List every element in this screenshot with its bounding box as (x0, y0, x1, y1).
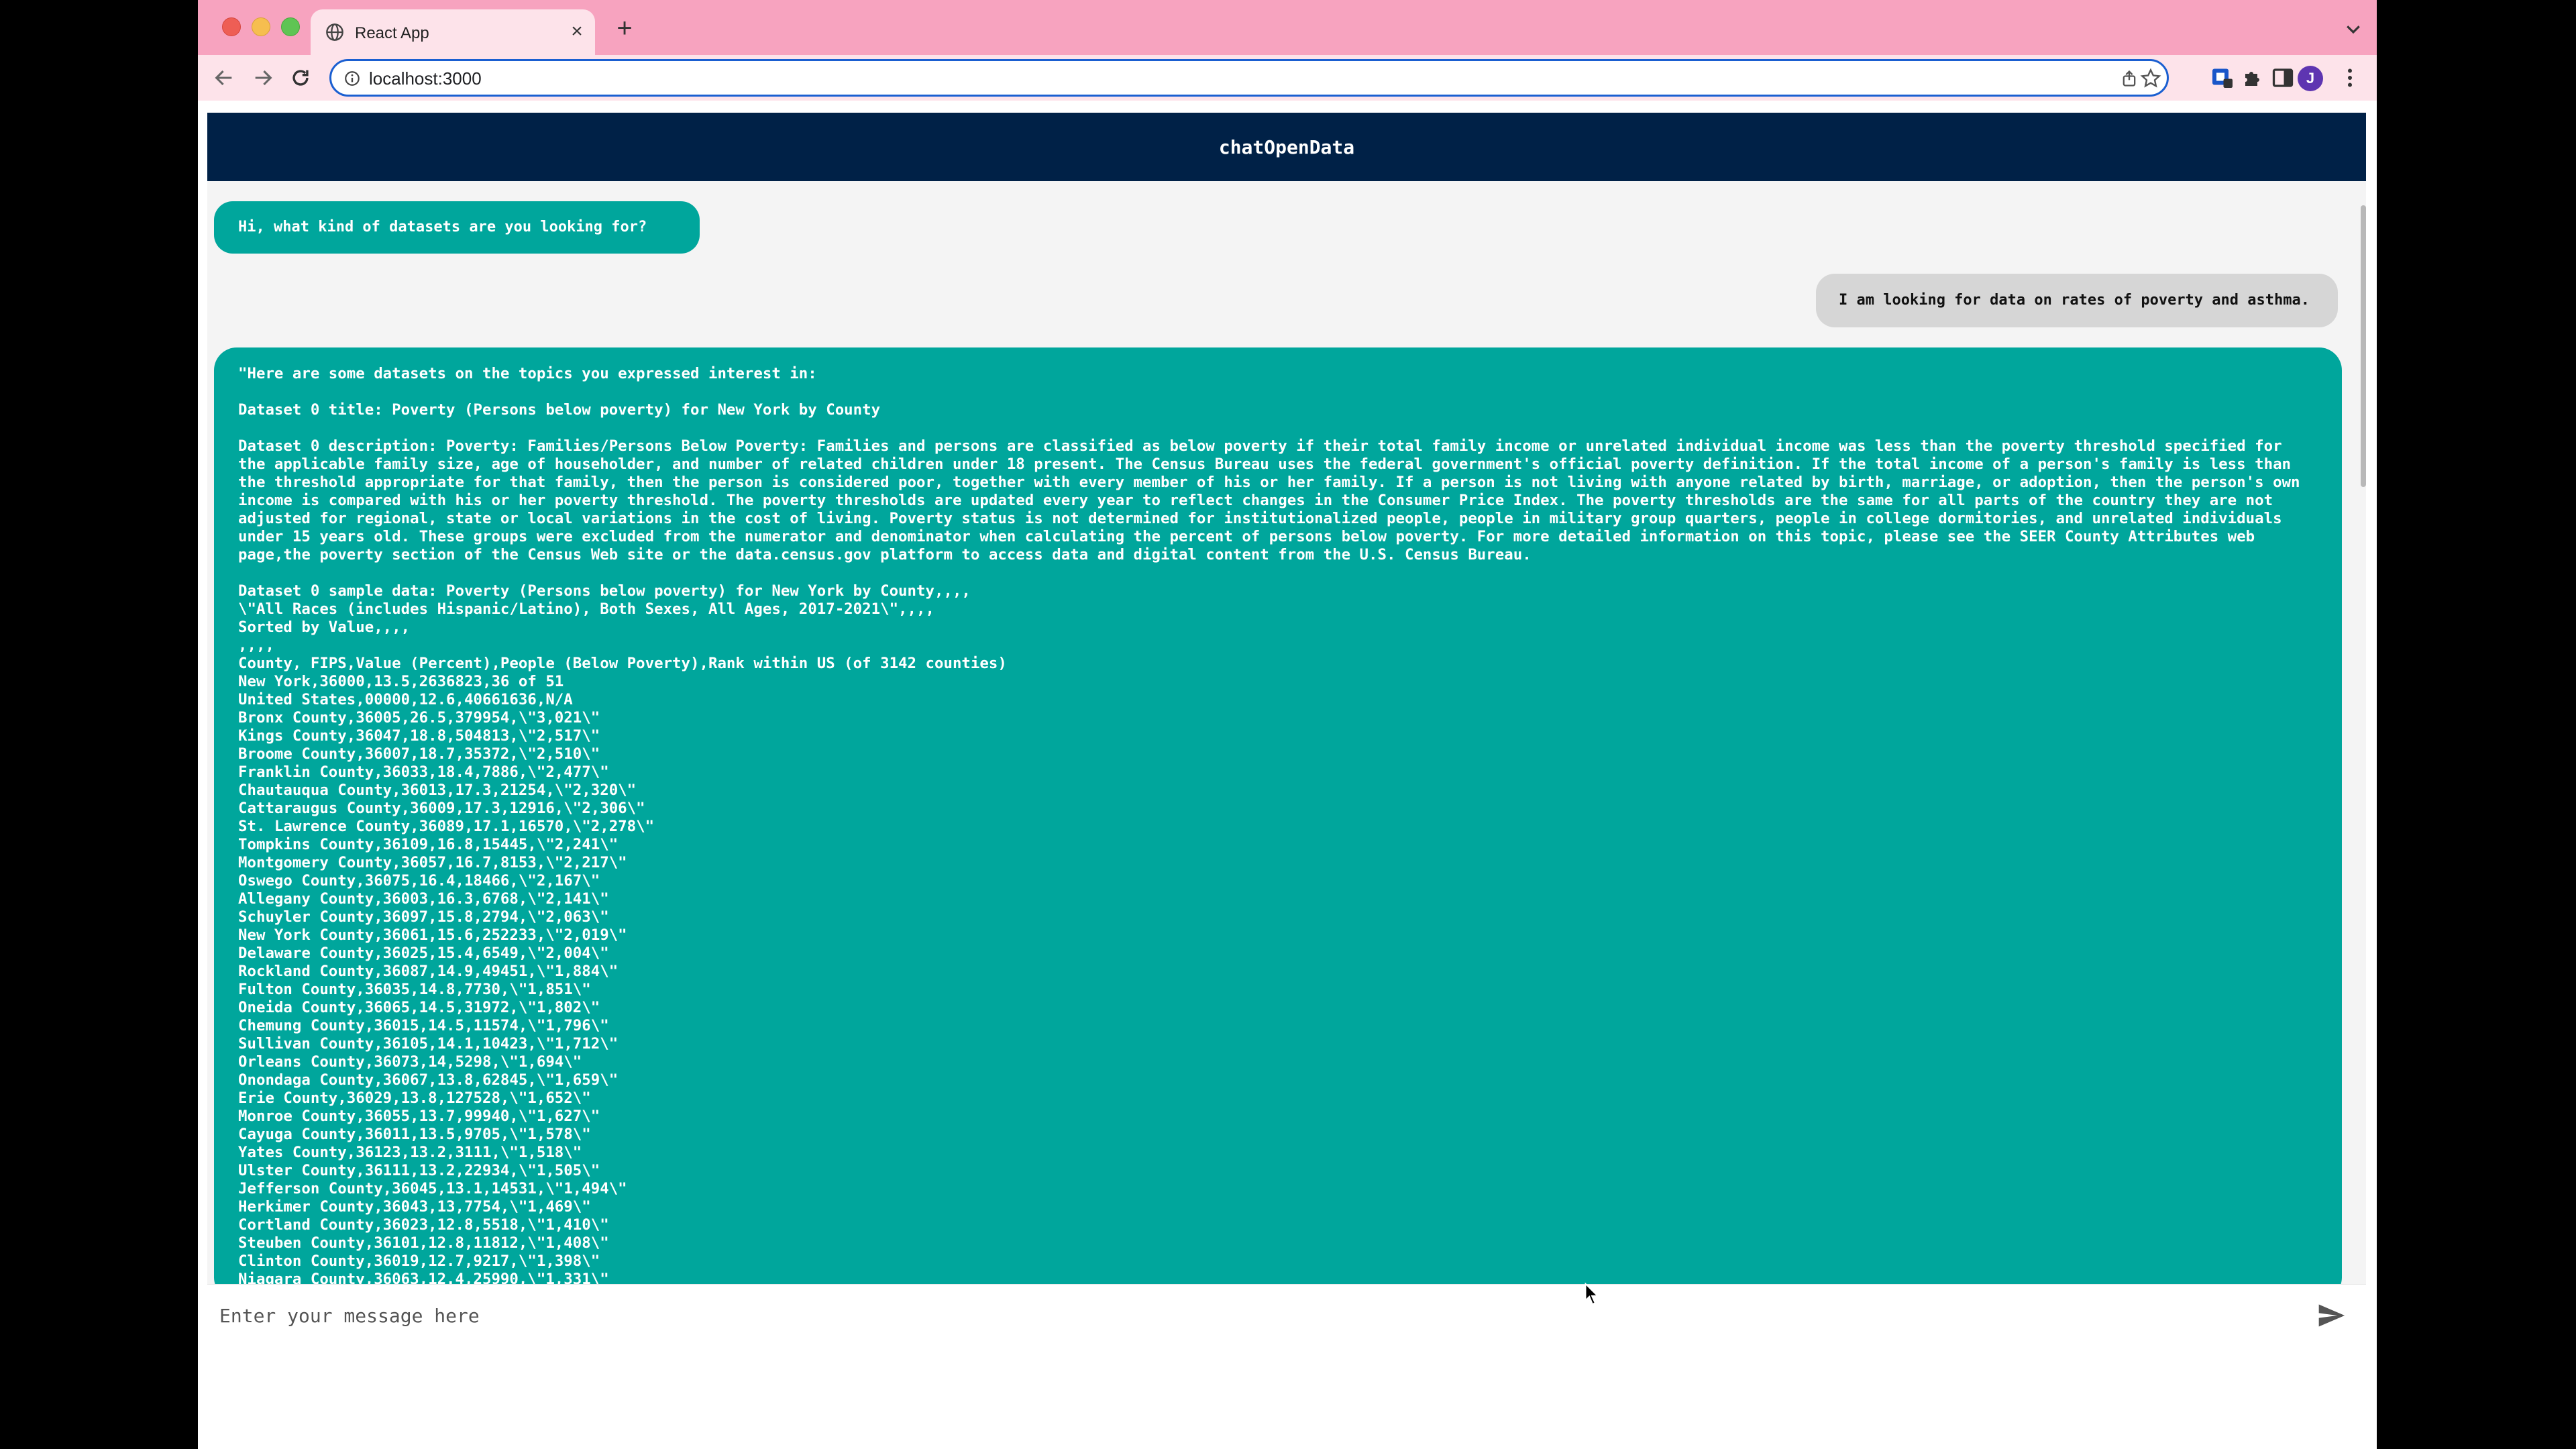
browser-window: React App × + localhost:3000 J chatOpenD… (198, 0, 2377, 1449)
sample-data-line: County, FIPS,Value (Percent),People (Bel… (238, 655, 1007, 672)
app-header: chatOpenData (207, 113, 2366, 181)
sample-data-line: Oneida County,36065,14.5,31972,\"1,802\" (238, 999, 600, 1016)
sample-data-line: New York,36000,13.5,2636823,36 of 51 (238, 673, 564, 690)
dataset-title: Dataset 0 title: Poverty (Persons below … (238, 401, 881, 419)
sample-data-line: Cayuga County,36011,13.5,9705,\"1,578\" (238, 1126, 591, 1143)
tab-title: React App (355, 24, 429, 42)
sample-data-line: Montgomery County,36057,16.7,8153,\"2,21… (238, 854, 627, 871)
message-input[interactable] (218, 1297, 2300, 1334)
chat-app: chatOpenData Hi, what kind of datasets a… (207, 113, 2366, 1344)
sample-data-line: Fulton County,36035,14.8,7730,\"1,851\" (238, 981, 591, 998)
sidebar-icon[interactable] (2271, 66, 2295, 90)
url-text[interactable]: localhost:3000 (369, 68, 482, 89)
sample-data-line: New York County,36061,15.6,252233,\"2,01… (238, 926, 627, 944)
bot-greeting-message: Hi, what kind of datasets are you lookin… (214, 201, 700, 254)
sample-data-line: ,,,, (238, 637, 274, 654)
message-composer (207, 1284, 2366, 1344)
tab-react-app[interactable]: React App × (311, 9, 595, 55)
browser-toolbar: localhost:3000 J (198, 55, 2377, 101)
sample-data-line: Niagara County,36063,12.4,25990,\"1,331\… (238, 1271, 609, 1284)
sample-data-line: Sorted by Value,,,, (238, 619, 411, 636)
sample-data-line: Schuyler County,36097,15.8,2794,\"2,063\… (238, 908, 609, 926)
sample-data-line: Delaware County,36025,15.4,6549,\"2,004\… (238, 945, 609, 962)
chat-history[interactable]: Hi, what kind of datasets are you lookin… (207, 181, 2366, 1284)
sample-data-line: Sullivan County,36105,14.1,10423,\"1,712… (238, 1035, 619, 1053)
new-tab-button[interactable]: + (611, 15, 638, 42)
sample-data-line: Herkimer County,36043,13,7754,\"1,469\" (238, 1198, 591, 1216)
zoom-window-button[interactable] (281, 17, 300, 36)
sample-data-line: Chemung County,36015,14.5,11574,\"1,796\… (238, 1017, 609, 1034)
sample-data-line: Onondaga County,36067,13.8,62845,\"1,659… (238, 1071, 619, 1089)
send-icon[interactable] (2316, 1301, 2346, 1330)
mouse-cursor-icon (1585, 1283, 1599, 1305)
sample-data-line: Rockland County,36087,14.9,49451,\"1,884… (238, 963, 619, 980)
chat-scrollbar[interactable] (2361, 199, 2366, 1344)
bookmark-star-icon[interactable] (2140, 68, 2161, 89)
puzzle-icon[interactable] (2241, 66, 2265, 90)
bot-answer-message: "Here are some datasets on the topics yo… (214, 347, 2342, 1284)
forward-icon[interactable] (252, 66, 274, 89)
minimize-window-button[interactable] (252, 17, 270, 36)
sample-data-line: Franklin County,36033,18.4,7886,\"2,477\… (238, 763, 609, 781)
page-viewport: chatOpenData Hi, what kind of datasets a… (198, 101, 2377, 1449)
window-controls (222, 17, 300, 36)
sample-data-line: Kings County,36047,18.8,504813,\"2,517\" (238, 727, 600, 745)
dataset-sample-data: Dataset 0 sample data: Poverty (Persons … (238, 582, 2318, 1284)
sample-data-line: Orleans County,36073,14,5298,\"1,694\" (238, 1053, 582, 1071)
sample-data-line: Jefferson County,36045,13.1,14531,\"1,49… (238, 1180, 627, 1197)
back-icon[interactable] (213, 66, 235, 89)
extension-icon[interactable] (2210, 66, 2235, 90)
sample-data-line: Cattaraugus County,36009,17.3,12916,\"2,… (238, 800, 645, 817)
sample-data-line: St. Lawrence County,36089,17.1,16570,\"2… (238, 818, 655, 835)
sample-data-line: Broome County,36007,18.7,35372,\"2,510\" (238, 745, 600, 763)
sample-data-line: \"All Races (includes Hispanic/Latino), … (238, 600, 934, 618)
sample-data-line: Erie County,36029,13.8,127528,\"1,652\" (238, 1089, 591, 1107)
address-bar[interactable]: localhost:3000 (329, 59, 2169, 97)
globe-icon (326, 23, 343, 41)
dataset-description: Dataset 0 description: Poverty: Families… (238, 437, 2309, 564)
scrollbar-thumb[interactable] (2361, 205, 2366, 487)
sample-data-line: Yates County,36123,13.2,3111,\"1,518\" (238, 1144, 582, 1161)
sample-data-line: United States,00000,12.6,40661636,N/A (238, 691, 573, 708)
more-menu-icon[interactable] (2338, 66, 2362, 90)
share-icon[interactable] (2120, 68, 2139, 89)
close-window-button[interactable] (222, 17, 241, 36)
sample-data-line: Monroe County,36055,13.7,99940,\"1,627\" (238, 1108, 600, 1125)
tab-strip: React App × + (198, 0, 2377, 55)
profile-avatar[interactable]: J (2298, 66, 2323, 91)
app-title: chatOpenData (1218, 136, 1355, 158)
sample-data-line: Allegany County,36003,16.3,6768,\"2,141\… (238, 890, 609, 908)
sample-data-line: Oswego County,36075,16.4,18466,\"2,167\" (238, 872, 600, 890)
site-info-icon[interactable] (343, 70, 361, 87)
sample-data-line: Steuben County,36101,12.8,11812,\"1,408\… (238, 1234, 609, 1252)
sample-data-line: Chautauqua County,36013,17.3,21254,\"2,3… (238, 782, 637, 799)
answer-intro: "Here are some datasets on the topics yo… (238, 365, 817, 382)
sample-data-line: Ulster County,36111,13.2,22934,\"1,505\" (238, 1162, 600, 1179)
sample-data-line: Bronx County,36005,26.5,379954,\"3,021\" (238, 709, 600, 727)
user-message: I am looking for data on rates of povert… (1816, 274, 2338, 327)
reload-icon[interactable] (289, 66, 312, 89)
sample-data-line: Dataset 0 sample data: Poverty (Persons … (238, 582, 971, 600)
chevron-down-icon[interactable] (2343, 19, 2363, 39)
tab-close-icon[interactable]: × (566, 20, 588, 43)
sample-data-line: Tompkins County,36109,16.8,15445,\"2,241… (238, 836, 619, 853)
sample-data-line: Cortland County,36023,12.8,5518,\"1,410\… (238, 1216, 609, 1234)
sample-data-line: Clinton County,36019,12.7,9217,\"1,398\" (238, 1252, 600, 1270)
